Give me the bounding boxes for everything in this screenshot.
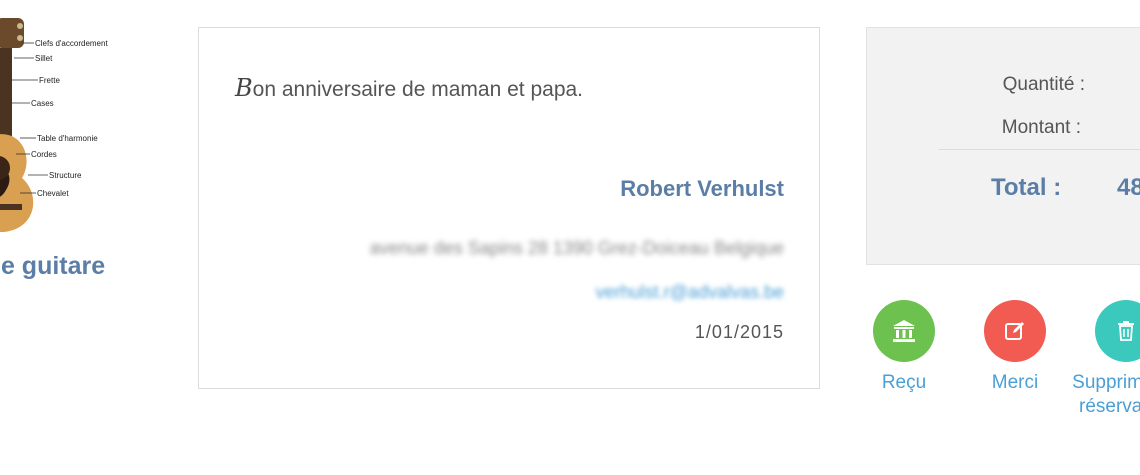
edit-icon [1005,322,1024,340]
message-dropcap: B [235,74,253,102]
diagram-label: Cordes [31,150,57,159]
product-title[interactable]: le guitare [0,252,105,281]
donation-card: Bon anniversaire de maman et papa. Rober… [198,27,820,389]
diagram-label: Frette [39,76,60,85]
total-label: Total : [991,174,1062,201]
quantity-label: Quantité : [1002,74,1085,95]
donor-name: Robert Verhulst [620,176,784,201]
diagram-label: Cases [31,99,54,108]
bank-icon [893,320,915,342]
diagram-label: Chevalet [37,189,69,198]
receipt-button[interactable]: Reçu [844,300,964,395]
thanks-button[interactable]: Merci [955,300,1075,395]
receipt-circle[interactable] [873,300,935,362]
delete-reservation-button[interactable]: Supprimer la réservation [1066,300,1140,419]
delete-circle[interactable] [1095,300,1140,362]
trash-icon [1118,321,1134,341]
donor-address: avenue des Sapins 28 1390 Grez-Doiceau B… [369,238,784,258]
amount-label: Montant : [1001,117,1081,138]
donor-email-link[interactable]: verhulst.r@advalvas.be [596,282,784,303]
total-value: 48 [1117,174,1140,201]
diagram-label: Table d'harmonie [37,134,98,143]
totals-panel: Quantité : Montant : Total : 48 [866,27,1140,265]
product-image: Clefs d'accordement Sillet Frette Cases … [0,18,130,238]
donation-message: Bon anniversaire de maman et papa. [235,74,583,102]
thanks-label[interactable]: Merci [955,371,1075,395]
delete-label[interactable]: Supprimer la réservation [1066,371,1140,419]
donation-date: 1/01/2015 [694,322,784,342]
thanks-circle[interactable] [984,300,1046,362]
diagram-label: Structure [49,171,82,180]
diagram-label: Clefs d'accordement [35,39,108,48]
message-text: on anniversaire de maman et papa. [252,78,584,101]
totals-divider [939,149,1140,150]
diagram-label: Sillet [35,54,53,63]
receipt-label[interactable]: Reçu [844,371,964,395]
